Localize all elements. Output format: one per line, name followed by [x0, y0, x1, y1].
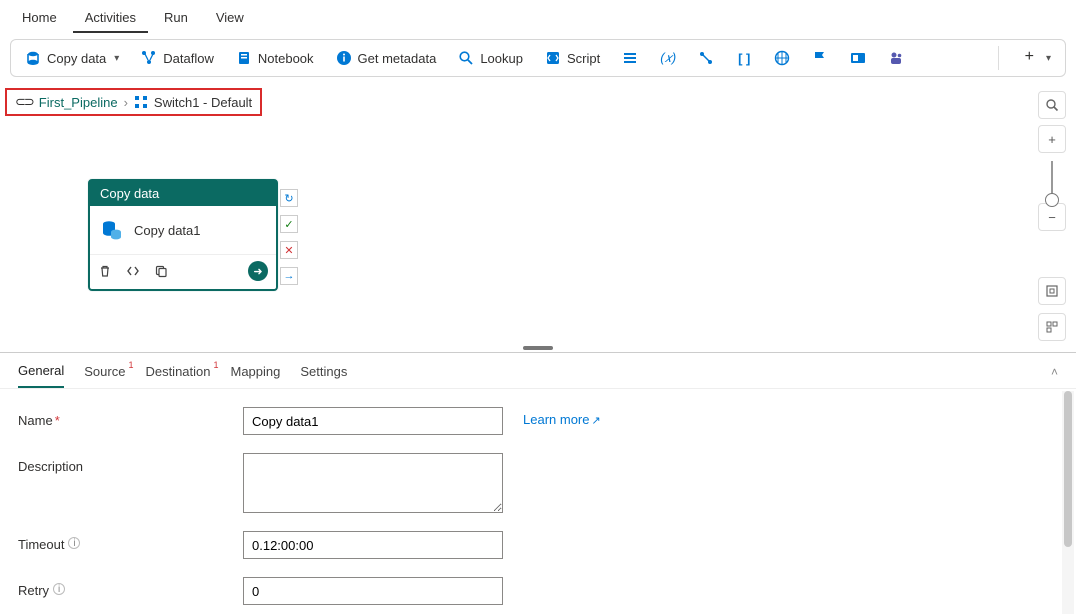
tab-general[interactable]: General [18, 363, 64, 388]
bracket-icon: [ ] [736, 50, 752, 66]
collapse-panel-button[interactable]: ˄ [1051, 365, 1058, 387]
script-button[interactable]: Script [541, 48, 604, 68]
timeout-label: Timeouti [18, 531, 233, 552]
variable-icon: (𝑥) [660, 50, 676, 66]
nav-view[interactable]: View [204, 4, 256, 33]
toolbar-separator [998, 46, 999, 70]
toolbar-tool-1[interactable] [618, 48, 642, 68]
panel-resize-handle[interactable] [523, 346, 553, 350]
toolbar-tool-8[interactable] [884, 48, 908, 68]
breadcrumb-pipeline-link[interactable]: First_Pipeline [39, 95, 118, 110]
copy-data-button[interactable]: Copy data ▾ [21, 48, 123, 68]
delete-icon[interactable] [98, 264, 112, 278]
breadcrumb-current: Switch1 - Default [154, 95, 252, 110]
properties-tabs: General Source1 Destination1 Mapping Set… [0, 353, 1076, 389]
copy-icon[interactable] [154, 264, 168, 278]
name-field[interactable] [243, 407, 503, 435]
layout-button[interactable] [1038, 313, 1066, 341]
toolbar-tool-2[interactable]: (𝑥) [656, 48, 680, 68]
lookup-button[interactable]: Lookup [454, 48, 527, 68]
tab-source[interactable]: Source1 [84, 364, 125, 387]
switch-icon [134, 95, 148, 109]
notebook-button[interactable]: Notebook [232, 48, 318, 68]
chevron-down-icon: ▾ [114, 53, 119, 64]
dataflow-label: Dataflow [163, 51, 214, 66]
search-icon [458, 50, 474, 66]
learn-more-link[interactable]: Learn more↗ [523, 407, 601, 427]
activity-ports: ↻ ✓ ✕ → [280, 189, 298, 285]
tab-source-badge: 1 [128, 360, 133, 370]
pipeline-canvas[interactable]: ⊂⊃ First_Pipeline › Switch1 - Default Co… [0, 77, 1076, 353]
tab-destination-badge: 1 [213, 360, 218, 370]
breadcrumb: ⊂⊃ First_Pipeline › Switch1 - Default [5, 88, 262, 116]
run-arrow-icon[interactable]: ➜ [248, 261, 268, 281]
tab-settings[interactable]: Settings [300, 364, 347, 387]
name-label: Name* [18, 407, 233, 428]
pipeline-icon: ⊂⊃ [15, 94, 33, 110]
toolbar-tool-6[interactable] [808, 48, 832, 68]
dataflow-icon [141, 50, 157, 66]
zoom-in-button[interactable]: + [1038, 125, 1066, 153]
description-field[interactable] [243, 453, 503, 513]
toolbar-tool-3[interactable] [694, 48, 718, 68]
retry-field[interactable] [243, 577, 503, 605]
activities-toolbar: Copy data ▾ Dataflow Notebook Get metada… [10, 39, 1066, 77]
toolbar-tool-4[interactable]: [ ] [732, 48, 756, 68]
get-metadata-button[interactable]: Get metadata [332, 48, 441, 68]
zoom-slider[interactable] [1051, 161, 1053, 201]
panel-scrollbar[interactable] [1062, 391, 1074, 614]
get-metadata-label: Get metadata [358, 51, 437, 66]
database-icon [25, 50, 41, 66]
general-form: Name* Learn more↗ Description Timeouti R… [0, 389, 1076, 605]
external-link-icon: ↗ [591, 415, 600, 427]
top-nav: Home Activities Run View [0, 0, 1076, 33]
toolbar-tool-7[interactable] [846, 48, 870, 68]
link-icon [698, 50, 714, 66]
properties-panel: General Source1 Destination1 Mapping Set… [0, 353, 1076, 614]
retry-label: Retryi [18, 577, 233, 598]
code-icon[interactable] [126, 264, 140, 278]
port-retry-icon[interactable]: ↻ [280, 189, 298, 207]
globe-icon [774, 50, 790, 66]
tab-mapping[interactable]: Mapping [231, 364, 281, 387]
notebook-icon [236, 50, 252, 66]
notebook-label: Notebook [258, 51, 314, 66]
add-activity-button[interactable]: + ▾ [1017, 46, 1055, 70]
timeout-field[interactable] [243, 531, 503, 559]
tab-source-label: Source [84, 364, 125, 379]
info-icon: i [68, 537, 80, 549]
description-label: Description [18, 453, 233, 474]
canvas-search-button[interactable] [1038, 91, 1066, 119]
info-icon [336, 50, 352, 66]
nav-activities[interactable]: Activities [73, 4, 148, 33]
toolbar-tool-5[interactable] [770, 48, 794, 68]
script-label: Script [567, 51, 600, 66]
chevron-down-icon: ▾ [1046, 53, 1051, 64]
chevron-right-icon: › [124, 95, 128, 110]
list-icon [622, 50, 638, 66]
tab-destination[interactable]: Destination1 [145, 364, 210, 387]
script-icon [545, 50, 561, 66]
tab-destination-label: Destination [145, 364, 210, 379]
port-fail-icon[interactable]: ✕ [280, 241, 298, 259]
dataflow-button[interactable]: Dataflow [137, 48, 218, 68]
zoom-fit-button[interactable] [1038, 277, 1066, 305]
outlook-icon [850, 50, 866, 66]
zoom-out-button[interactable]: − [1038, 203, 1066, 231]
database-icon [100, 218, 124, 242]
nav-run[interactable]: Run [152, 4, 200, 33]
info-icon: i [53, 583, 65, 595]
port-success-icon[interactable]: ✓ [280, 215, 298, 233]
teams-icon [888, 50, 904, 66]
lookup-label: Lookup [480, 51, 523, 66]
port-skip-icon[interactable]: → [280, 267, 298, 285]
nav-home[interactable]: Home [10, 4, 69, 33]
activity-type-header: Copy data [90, 181, 276, 206]
flag-icon [812, 50, 828, 66]
activity-name: Copy data1 [134, 223, 201, 238]
copy-data-activity[interactable]: Copy data Copy data1 ➜ [88, 179, 278, 291]
copy-data-label: Copy data [47, 51, 106, 66]
plus-icon: + [1021, 48, 1038, 68]
zoom-controls: + − [1038, 91, 1066, 347]
